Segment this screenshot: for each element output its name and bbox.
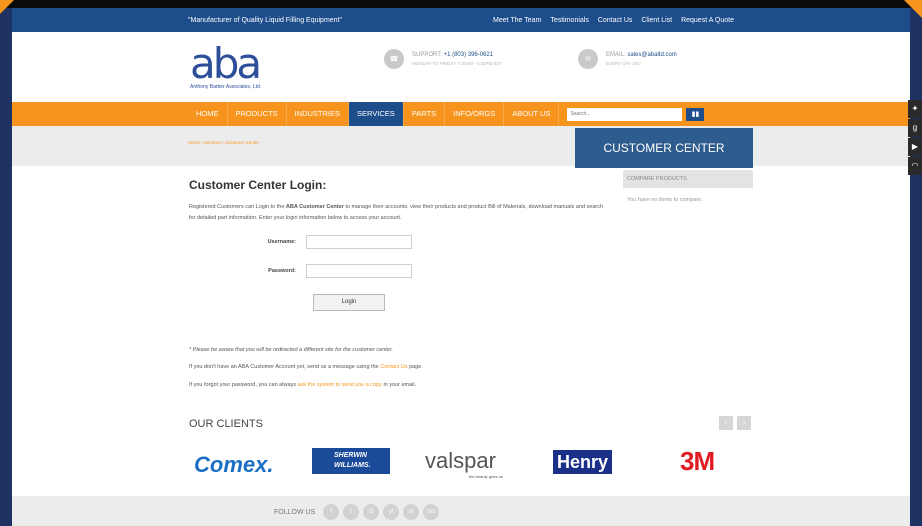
nav-products[interactable]: PRODUCTS — [228, 102, 287, 126]
support-label: SUPPORT: — [412, 52, 442, 58]
client-logo-comex[interactable]: Comex. — [194, 452, 273, 478]
intro-text-start: Registered Customers can Login to the — [189, 204, 286, 210]
envelope-icon: ✉ — [578, 49, 598, 69]
username-label: Username: — [267, 239, 296, 245]
nav-services[interactable]: SERVICES — [349, 102, 404, 126]
client-logo-3m[interactable]: 3M — [680, 446, 715, 477]
clients-next-arrow-icon[interactable]: › — [737, 416, 751, 430]
top-link-request-quote[interactable]: Request A Quote — [681, 17, 734, 24]
main-nav: HOME PRODUCTS INDUSTRIES SERVICES PARTS … — [12, 102, 910, 126]
footer — [12, 496, 910, 526]
google-plus-icon[interactable]: g — [908, 119, 922, 137]
logo-mark: aba — [190, 39, 262, 88]
password-field[interactable] — [306, 264, 412, 278]
email-address[interactable]: sales@abaltd.com — [627, 52, 676, 58]
password-row: Password: — [246, 264, 412, 278]
side-social-bar: ✦ g ▶ ◠ — [908, 100, 922, 176]
page-title: Customer Center Login: — [189, 178, 327, 192]
username-field[interactable] — [306, 235, 412, 249]
phone-icon: ☎ — [384, 49, 404, 69]
valspar-tagline: the beauty goes on — [469, 474, 504, 479]
nav-industries[interactable]: INDUSTRIES — [287, 102, 350, 126]
main-content: Customer Center Login: Registered Custom… — [189, 178, 609, 224]
top-bar: "Manufacturer of Quality Liquid Filling … — [12, 8, 910, 32]
top-link-client-list[interactable]: Client List — [641, 17, 672, 24]
breadcrumb-band: Home / Services / Customer Center — [12, 126, 910, 166]
rss-icon[interactable]: ◠ — [908, 157, 922, 175]
web-page: "Manufacturer of Quality Liquid Filling … — [12, 8, 910, 526]
support-hours: MONDAY TO FRIDAY 7:30AM - 4:30PM EST — [412, 61, 503, 66]
nav-parts[interactable]: PARTS — [404, 102, 446, 126]
twitter-icon[interactable]: t — [343, 504, 360, 520]
support-phone: +1 (803) 396-0621 — [443, 52, 494, 58]
header: aba Anthony Barber Associates, Ltd. ☎ SU… — [12, 32, 910, 102]
username-row: Username: — [246, 235, 412, 249]
no-account-text-end: page. — [407, 364, 423, 370]
customer-center-panel-title: CUSTOMER CENTER — [575, 128, 753, 168]
send-copy-link[interactable]: ask the system to send you a copy — [298, 382, 382, 388]
valspar-wordmark: valspar — [425, 448, 496, 473]
no-account-note: If you don't have an ABA Customer Accoun… — [189, 364, 423, 370]
top-link-testimonials[interactable]: Testimonials — [550, 17, 589, 24]
nav-home[interactable]: HOME — [188, 102, 228, 126]
client-logo-valspar[interactable]: valspar the beauty goes on — [425, 448, 503, 479]
tagline: "Manufacturer of Quality Liquid Filling … — [188, 16, 342, 24]
breadcrumb[interactable]: Home / Services / Customer Center — [188, 140, 259, 145]
forgot-text: If you forgot your password, you can alw… — [189, 382, 298, 388]
nav-info-orgs[interactable]: INFO/ORGS — [445, 102, 505, 126]
search-input[interactable] — [567, 107, 683, 121]
support-info: ☎ SUPPORT: +1 (803) 396-0621 MONDAY TO F… — [384, 49, 502, 69]
compare-products-label: COMPARE PRODUCTS — [623, 170, 753, 188]
top-links: Meet The Team Testimonials Contact Us Cl… — [486, 17, 734, 24]
contact-us-link[interactable]: Contact Us — [380, 364, 407, 370]
linkedin-icon[interactable]: in — [403, 504, 420, 520]
login-button[interactable]: Login — [313, 294, 385, 311]
redirect-note: * Please be aware that you will be redir… — [189, 347, 393, 353]
rss-icon[interactable]: rss — [423, 504, 440, 520]
client-logo-henry[interactable]: Henry — [553, 450, 613, 474]
email-note: EVERY DAY 24/7 — [606, 61, 642, 66]
compare-empty-text: You have no items to compare. — [627, 197, 703, 203]
youtube-icon[interactable]: yt — [383, 504, 400, 520]
redirect-note-text: * Please be aware that you will be redir… — [189, 347, 394, 353]
forgot-note: If you forgot your password, you can alw… — [189, 382, 416, 388]
twitter-icon[interactable]: ✦ — [908, 100, 922, 118]
logo-subtitle: Anthony Barber Associates, Ltd. — [190, 84, 262, 90]
follow-us-label: FOLLOW US — [274, 508, 316, 516]
password-label: Password: — [268, 268, 296, 274]
top-link-contact[interactable]: Contact Us — [598, 17, 633, 24]
window-frame-top — [0, 0, 922, 8]
youtube-icon[interactable]: ▶ — [908, 138, 922, 156]
intro-text-bold: ABA Customer Center — [285, 204, 344, 210]
google-icon[interactable]: G — [363, 504, 380, 520]
clients-prev-arrow-icon[interactable]: ‹ — [719, 416, 733, 430]
follow-us: FOLLOW US f t G yt in rss — [274, 504, 443, 520]
site-logo[interactable]: aba Anthony Barber Associates, Ltd. — [190, 39, 290, 91]
forgot-text-end: in your email. — [381, 382, 417, 388]
no-account-text: If you don't have an ABA Customer Accoun… — [189, 364, 381, 370]
client-logo-sherwin-williams[interactable]: SHERWIN WILLIAMS. — [312, 448, 390, 474]
search-chart-icon[interactable]: ▮▮ — [686, 107, 705, 121]
email-info: ✉ EMAIL: sales@abaltd.com EVERY DAY 24/7 — [578, 49, 677, 69]
top-link-meet-team[interactable]: Meet The Team — [493, 17, 541, 24]
nav-about-us[interactable]: ABOUT US — [504, 102, 560, 126]
intro-text: Registered Customers can Login to the AB… — [189, 202, 609, 224]
facebook-icon[interactable]: f — [323, 504, 340, 520]
clients-title: OUR CLIENTS — [189, 418, 263, 430]
email-label: EMAIL: — [606, 52, 626, 58]
